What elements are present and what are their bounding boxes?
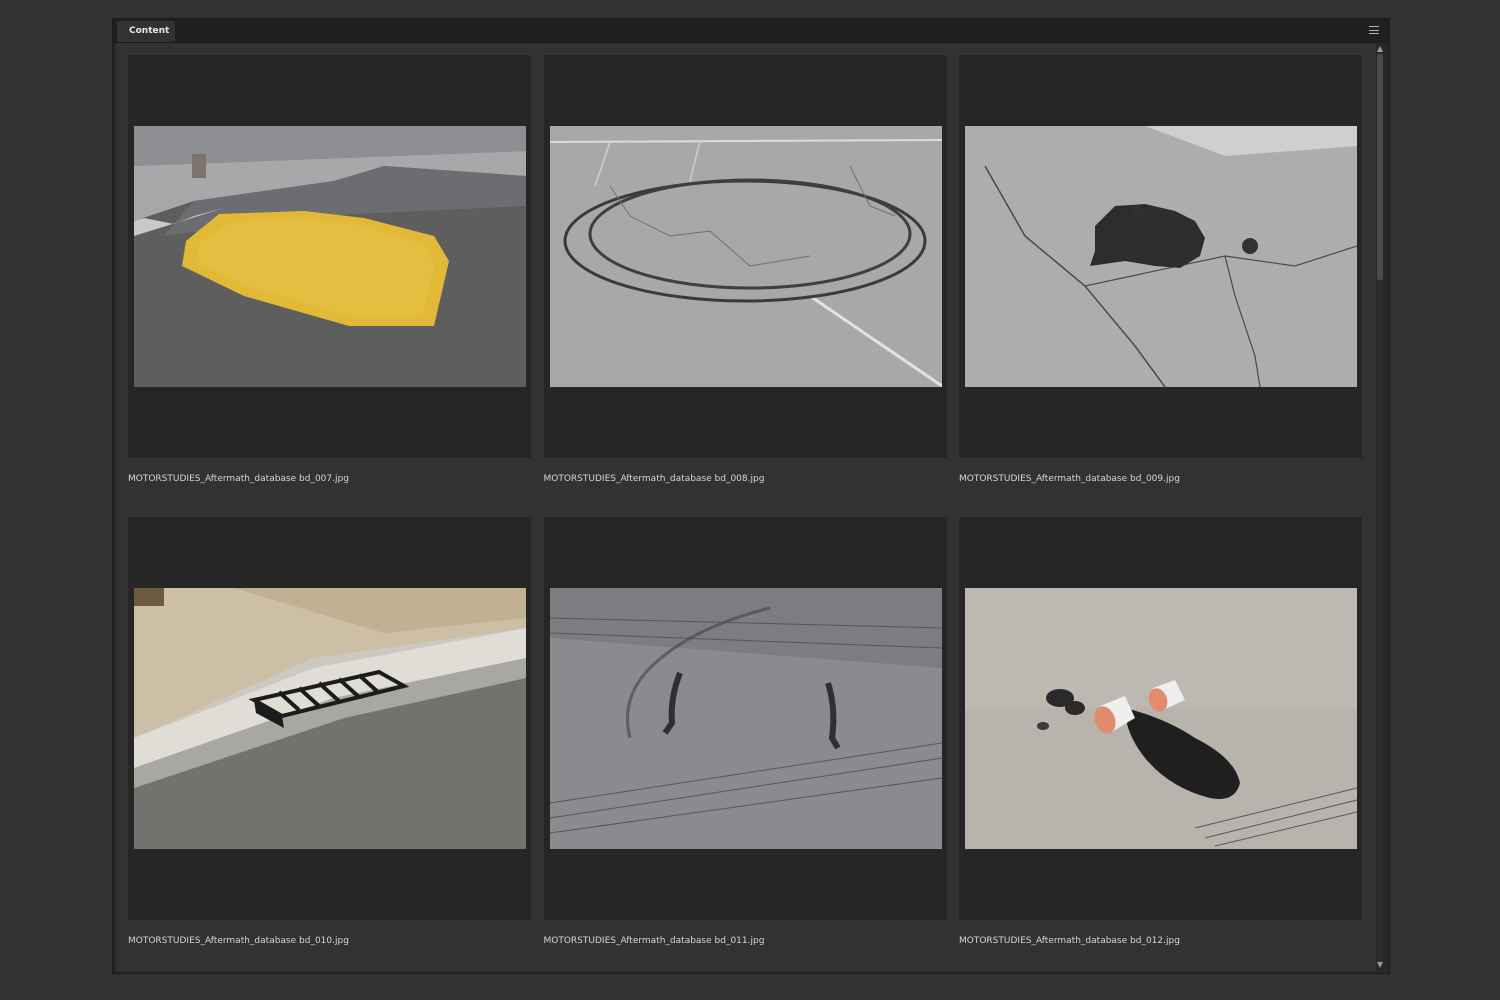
tab-content[interactable]: Content [117, 21, 175, 42]
scroll-track[interactable] [1377, 54, 1383, 959]
photo-yellow-paint [134, 126, 526, 387]
vertical-scrollbar[interactable]: ▲ ▼ [1375, 44, 1385, 972]
thumbnail-item[interactable]: MOTORSTUDIES_Aftermath_database bd_011.j… [543, 517, 947, 979]
thumbnail-frame[interactable] [959, 55, 1362, 458]
thumbnail-frame[interactable] [543, 517, 947, 920]
photo-storm-drain [134, 588, 526, 849]
thumbnail-item[interactable]: MOTORSTUDIES_Aftermath_database bd_012.j… [959, 517, 1362, 979]
thumbnail-frame[interactable] [128, 517, 531, 920]
thumbnail-filename: MOTORSTUDIES_Aftermath_database bd_008.j… [543, 474, 765, 484]
scroll-down-arrow-icon[interactable]: ▼ [1375, 960, 1385, 970]
panel-tabbar: Content [113, 19, 1389, 43]
thumbnail-filename: MOTORSTUDIES_Aftermath_database bd_012.j… [959, 936, 1180, 946]
scroll-thumb[interactable] [1377, 54, 1383, 281]
content-panel: Content MOTORSTUDIES_Aftermath_database … [112, 18, 1390, 974]
thumbnail-item[interactable]: MOTORSTUDIES_Aftermath_database bd_009.j… [959, 55, 1362, 517]
thumbnail-frame[interactable] [959, 517, 1362, 920]
thumbnail-filename: MOTORSTUDIES_Aftermath_database bd_009.j… [959, 474, 1180, 484]
thumbnail-frame[interactable] [128, 55, 531, 458]
panel-menu-icon[interactable] [1369, 26, 1379, 34]
thumbnail-frame[interactable] [543, 55, 947, 458]
thumbnail-filename: MOTORSTUDIES_Aftermath_database bd_010.j… [128, 936, 349, 946]
thumbnail-area: MOTORSTUDIES_Aftermath_database bd_007.j… [116, 43, 1376, 971]
thumbnail-filename: MOTORSTUDIES_Aftermath_database bd_007.j… [128, 474, 349, 484]
thumbnail-grid: MOTORSTUDIES_Aftermath_database bd_007.j… [128, 55, 1364, 979]
photo-tire-circles [549, 126, 942, 387]
thumbnail-item[interactable]: MOTORSTUDIES_Aftermath_database bd_010.j… [128, 517, 531, 979]
photo-skid-marks [549, 588, 942, 849]
thumbnail-filename: MOTORSTUDIES_Aftermath_database bd_011.j… [543, 936, 765, 946]
thumbnail-item[interactable]: MOTORSTUDIES_Aftermath_database bd_008.j… [543, 55, 947, 517]
thumbnail-item[interactable]: MOTORSTUDIES_Aftermath_database bd_007.j… [128, 55, 531, 517]
scroll-up-arrow-icon[interactable]: ▲ [1375, 44, 1385, 54]
photo-oil-stain [965, 126, 1357, 387]
photo-spilled-cups [965, 588, 1357, 849]
